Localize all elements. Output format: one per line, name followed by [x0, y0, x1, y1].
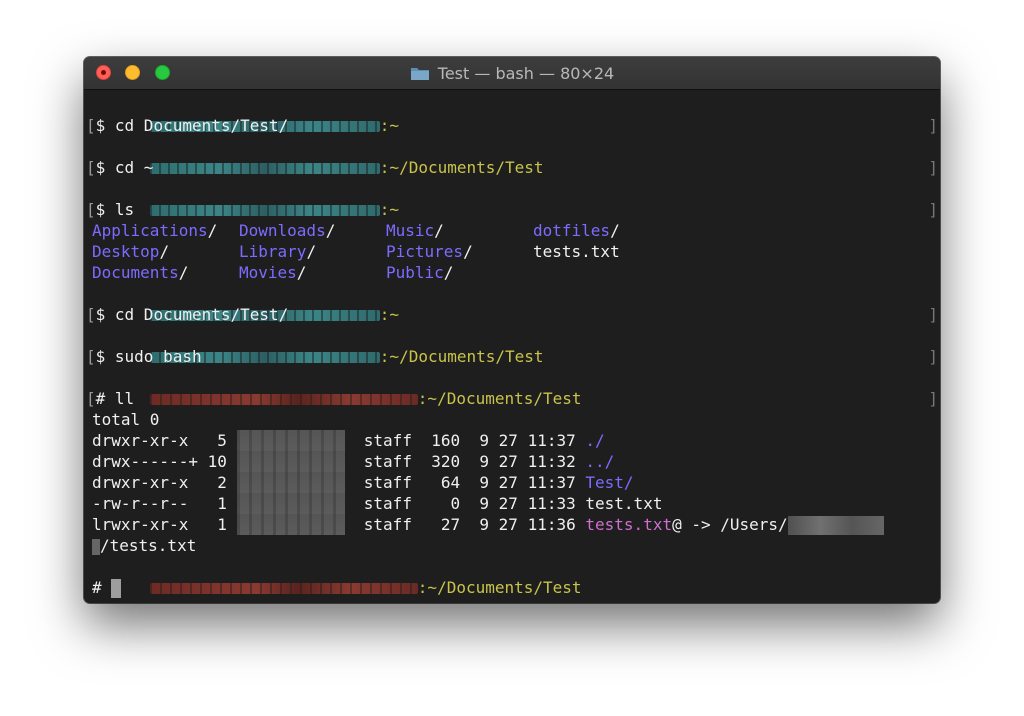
- window-title-group: Test — bash — 80×24: [84, 57, 940, 90]
- folder-icon: [410, 68, 429, 80]
- ls-row: Applications/Downloads/Music/dotfiles/: [92, 221, 620, 240]
- root-prompt-line: :~/Documents/Test: [92, 367, 940, 408]
- redacted-username: [787, 516, 884, 535]
- command-line: [$ cd Documents/Test/]: [86, 305, 938, 324]
- command-line: [$ ls]: [86, 200, 938, 219]
- window-title: Test — bash — 80×24: [437, 64, 615, 83]
- redacted-owner: [236, 451, 345, 472]
- ls-row: Documents/Movies/Public/: [92, 263, 454, 282]
- root-prompt-line: :~/Documents/Test: [92, 556, 940, 597]
- title-bar[interactable]: Test — bash — 80×24: [84, 57, 940, 90]
- redacted-username: [92, 538, 100, 555]
- command-line: [# ll]: [86, 389, 938, 408]
- command-line: [$ cd ~]: [86, 158, 938, 177]
- ll-row: drwxr-xr-x 5 staff 160 9 27 11:37 ./: [92, 430, 605, 451]
- text-cursor[interactable]: [111, 579, 122, 598]
- ls-row: Desktop/Library/Pictures/tests.txt: [92, 242, 620, 261]
- command-line: [$ sudo bash]: [86, 347, 938, 366]
- terminal-output[interactable]: :~ [$ cd Documents/Test/] :~/Documents/T…: [84, 90, 940, 603]
- ll-row: drwx------+ 10 staff 320 9 27 11:32 ../: [92, 451, 615, 472]
- redacted-owner: [236, 514, 345, 535]
- ll-row: -rw-r--r-- 1 staff 0 9 27 11:33 test.txt: [92, 493, 663, 514]
- ll-row-continuation: /tests.txt: [92, 535, 940, 556]
- prompt-line: :~: [92, 178, 940, 219]
- input-line[interactable]: #: [92, 577, 940, 598]
- prompt-line: :~: [92, 94, 940, 135]
- total-line: total 0: [92, 410, 160, 429]
- prompt-line: :~/Documents/Test: [92, 136, 940, 177]
- prompt-line: :~/Documents/Test: [92, 325, 940, 366]
- redacted-owner: [236, 493, 345, 514]
- prompt-line: :~: [92, 283, 940, 324]
- redacted-owner: [236, 472, 345, 493]
- command-line: [$ cd Documents/Test/]: [86, 116, 938, 135]
- redacted-owner: [236, 430, 345, 451]
- ll-row: drwxr-xr-x 2 staff 64 9 27 11:37 Test/: [92, 472, 634, 493]
- terminal-window: Test — bash — 80×24 :~ [$ cd Documents/T…: [84, 57, 940, 603]
- ll-row: lrwxr-xr-x 1 staff 27 9 27 11:36 tests.t…: [92, 514, 940, 535]
